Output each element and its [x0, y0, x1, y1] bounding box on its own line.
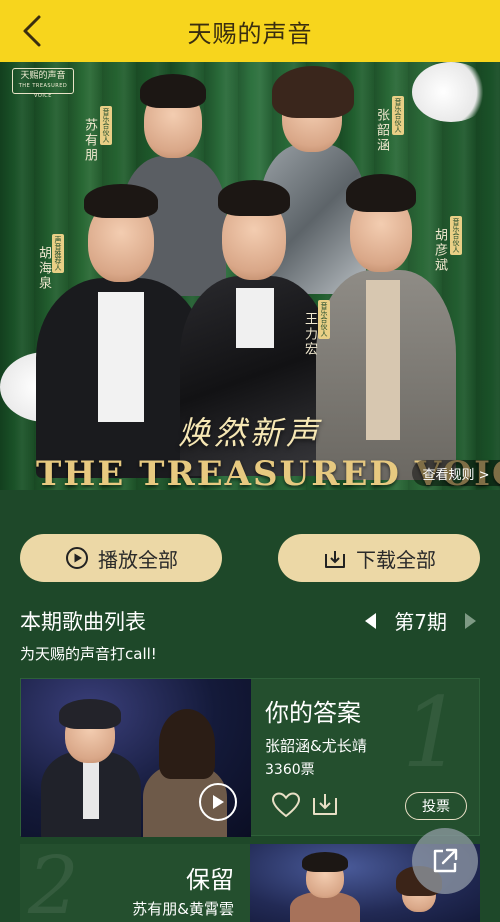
play-circle-icon — [64, 545, 90, 571]
play-song-button[interactable] — [199, 783, 237, 821]
logo-sub-text: THE TREASURED VOICE — [18, 83, 68, 99]
download-icon — [322, 545, 348, 571]
mentor-role-5: 音乐合伙人 — [450, 216, 462, 255]
mentor-role-1: 音乐合伙人 — [100, 106, 112, 145]
next-period-button[interactable] — [465, 612, 476, 629]
vote-button[interactable]: 投票 — [405, 792, 467, 820]
mentor-role-4: 音乐合伙人 — [318, 300, 330, 339]
back-button[interactable] — [14, 11, 50, 51]
like-button[interactable] — [271, 791, 301, 819]
song-votes: 3360票 — [265, 762, 315, 778]
banner-slogan: 焕然新声 — [177, 414, 322, 452]
show-banner[interactable]: 天赐的声音 THE TREASURED VOICE 苏有朋 音乐合伙人 张韶涵 … — [0, 62, 500, 490]
heart-icon — [271, 792, 301, 818]
download-icon — [313, 794, 337, 815]
download-all-button[interactable]: 下载全部 — [278, 534, 480, 582]
song-name: 保留 — [186, 866, 234, 894]
mentor-name-2: 张韶涵 — [374, 108, 389, 153]
play-all-button[interactable]: 播放全部 — [20, 534, 222, 582]
song-list-title: 本期歌曲列表 — [20, 610, 146, 634]
share-icon — [433, 848, 458, 873]
singer-photo-1 — [41, 699, 141, 837]
current-period: 第7期 — [394, 610, 447, 634]
song-card[interactable]: 2 保留 苏有朋&黄霄雲 — [20, 844, 480, 922]
song-rank: 2 — [28, 844, 79, 922]
page-title: 天赐的声音 — [187, 19, 313, 48]
mentor-name-4: 王力宏 — [302, 312, 317, 357]
song-card[interactable]: 1 你的答案 张韶涵&尤长靖 3360票 投票 — [20, 677, 480, 837]
chevron-left-icon — [23, 15, 41, 47]
view-rules-link[interactable]: 查看规则 > — [412, 460, 500, 486]
song-thumbnail[interactable] — [21, 679, 251, 837]
play-all-label: 播放全部 — [98, 547, 178, 572]
song-rank: 1 — [401, 677, 463, 789]
app-header: 天赐的声音 — [0, 0, 500, 62]
mentor-name-1: 苏有朋 — [82, 118, 97, 163]
song-name: 你的答案 — [265, 699, 361, 727]
song-artist: 苏有朋&黄霄雲 — [132, 900, 234, 918]
download-song-button[interactable] — [311, 789, 339, 817]
share-button[interactable] — [412, 828, 478, 894]
dove-image-right — [412, 62, 490, 122]
song-list-subtitle: 为天赐的声音打call! — [20, 645, 157, 663]
mentor-name-3: 胡海泉 — [36, 246, 51, 291]
previous-period-button[interactable] — [365, 612, 377, 629]
download-all-label: 下载全部 — [356, 547, 436, 572]
mentor-role-2: 音乐合伙人 — [392, 96, 404, 135]
period-navigator: 第7期 — [365, 606, 476, 635]
show-logo: 天赐的声音 THE TREASURED VOICE — [12, 68, 74, 99]
play-icon — [213, 795, 224, 809]
mentor-name-5: 胡彦斌 — [432, 228, 447, 273]
song-artist: 张韶涵&尤长靖 — [265, 737, 367, 755]
logo-main-text: 天赐的声音 — [20, 71, 66, 81]
singer-photo-1 — [290, 852, 360, 922]
mentor-role-3: 声音推荐人 — [52, 234, 64, 273]
